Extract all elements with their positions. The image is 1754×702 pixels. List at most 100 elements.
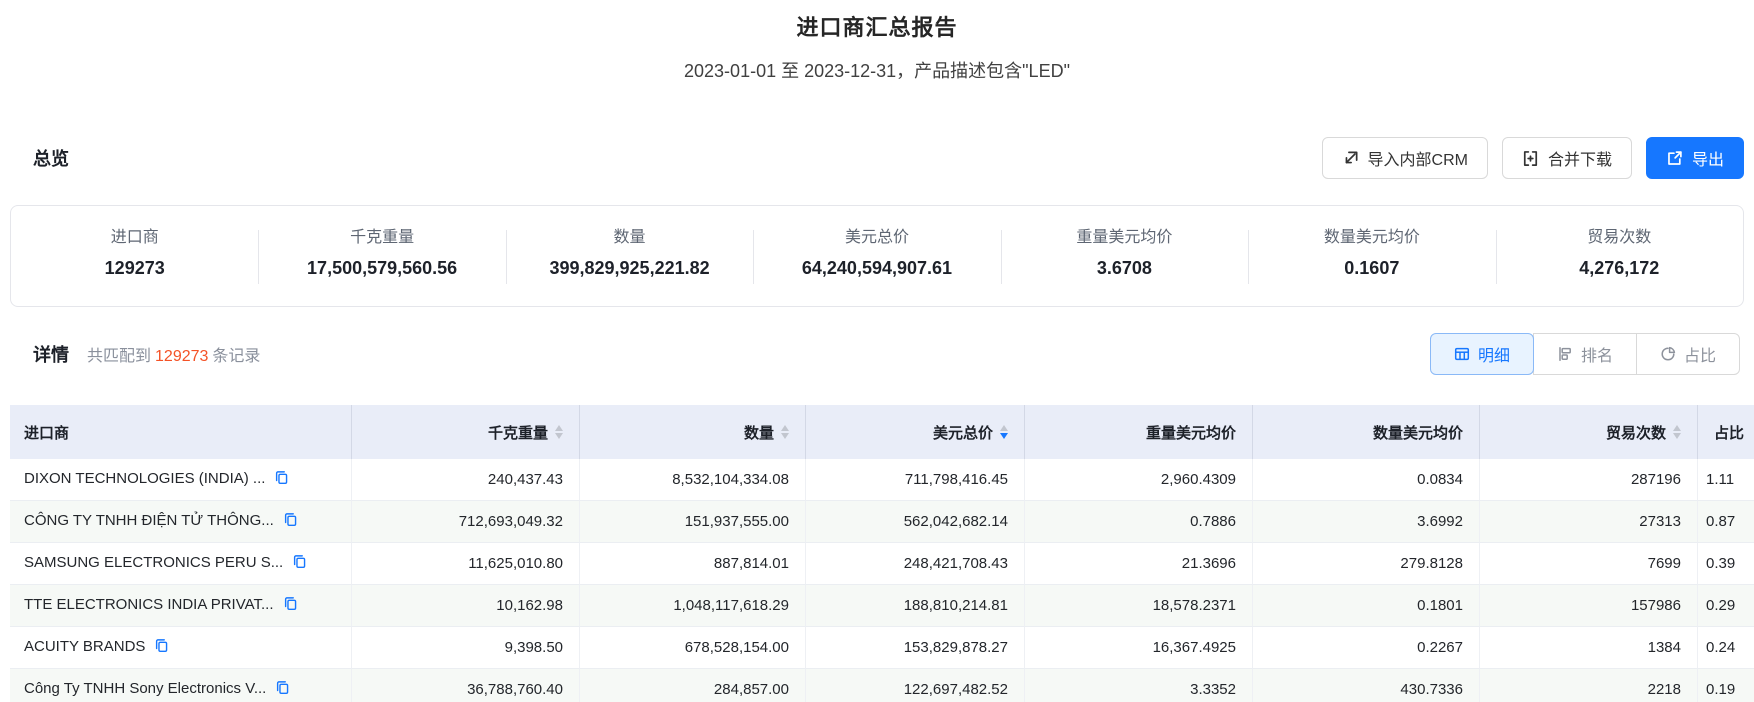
cell-usd_per_qty: 0.1801 xyxy=(1253,585,1480,627)
cell-importer: CÔNG TY TNHH ĐIỆN TỬ THÔNG... xyxy=(10,501,352,543)
copy-icon[interactable] xyxy=(283,512,298,531)
cell-usd_per_kg: 2,960.4309 xyxy=(1025,459,1253,501)
tab-ranking-label: 排名 xyxy=(1580,348,1613,365)
sort-icon xyxy=(1673,425,1681,439)
importers-table: 进口商 千克重量 数量 美元总价 重量美元均价 数量美元均价 贸易次数 占比 DIXON TE… xyxy=(10,405,1754,702)
page-subtitle: 2023-01-01 至 2023-12-31，产品描述包含"LED" xyxy=(684,61,1070,81)
cell-qty: 678,528,154.00 xyxy=(580,627,806,669)
cell-usd_per_kg: 0.7886 xyxy=(1025,501,1253,543)
stat-value: 129273 xyxy=(104,258,165,278)
import-crm-label: 导入内部CRM xyxy=(1367,152,1468,169)
table-row: Công Ty TNHH Sony Electronics V... 36,788… xyxy=(10,669,1754,702)
overview-section-title: 总览 xyxy=(33,149,69,169)
import-icon xyxy=(1342,150,1359,167)
cell-share: 1.11 xyxy=(1698,459,1754,501)
copy-icon[interactable] xyxy=(275,680,290,699)
column-header-usd[interactable]: 美元总价 xyxy=(806,405,1025,459)
table-body: DIXON TECHNOLOGIES (INDIA) ... 240,437.43… xyxy=(10,459,1754,702)
table-row: DIXON TECHNOLOGIES (INDIA) ... 240,437.43… xyxy=(10,459,1754,501)
details-section-title: 详情 xyxy=(33,345,69,365)
importer-name: Công Ty TNHH Sony Electronics V... xyxy=(24,680,267,697)
cell-qty: 8,532,104,334.08 xyxy=(580,459,806,501)
cell-importer: ACUITY BRANDS xyxy=(10,627,352,669)
stat-quantity: 数量 399,829,925,221.82 xyxy=(505,206,753,306)
cell-trades: 157986 xyxy=(1480,585,1698,627)
column-header-importer: 进口商 xyxy=(10,405,352,459)
column-header-trades[interactable]: 贸易次数 xyxy=(1480,405,1698,459)
copy-icon[interactable] xyxy=(274,470,289,489)
cell-qty: 1,048,117,618.29 xyxy=(580,585,806,627)
cell-usd: 711,798,416.45 xyxy=(806,459,1025,501)
copy-icon[interactable] xyxy=(283,596,298,615)
copy-icon[interactable] xyxy=(292,554,307,573)
column-header-kg[interactable]: 千克重量 xyxy=(352,405,580,459)
cell-share: 0.29 xyxy=(1698,585,1754,627)
overview-stats-card: 进口商 129273 千克重量 17,500,579,560.56 数量 399… xyxy=(10,205,1744,307)
cell-usd_per_kg: 16,367.4925 xyxy=(1025,627,1253,669)
column-label: 数量美元均价 xyxy=(1372,424,1463,442)
table-row: ACUITY BRANDS 9,398.50 678,528,154.00 153,8… xyxy=(10,627,1754,669)
cell-share: 0.39 xyxy=(1698,543,1754,585)
stat-label: 数量美元均价 xyxy=(1323,229,1420,246)
stat-value: 4,276,172 xyxy=(1579,258,1660,278)
tab-detail-label: 明细 xyxy=(1477,348,1510,365)
cell-trades: 2218 xyxy=(1480,669,1698,702)
cell-usd: 188,810,214.81 xyxy=(806,585,1025,627)
stat-usd-per-qty: 数量美元均价 0.1607 xyxy=(1248,206,1495,306)
copy-icon[interactable] xyxy=(154,638,169,657)
export-button[interactable]: 导出 xyxy=(1645,137,1744,179)
import-crm-button[interactable]: 导入内部CRM xyxy=(1321,137,1488,179)
table-row: TTE ELECTRONICS INDIA PRIVAT... 10,162.98… xyxy=(10,585,1754,627)
cell-kg: 712,693,049.32 xyxy=(352,501,580,543)
cell-qty: 151,937,555.00 xyxy=(580,501,806,543)
cell-importer: DIXON TECHNOLOGIES (INDIA) ... xyxy=(10,459,352,501)
stat-importers: 进口商 129273 xyxy=(11,206,258,306)
cell-trades: 1384 xyxy=(1480,627,1698,669)
table-icon xyxy=(1454,346,1470,362)
importer-name: TTE ELECTRONICS INDIA PRIVAT... xyxy=(24,596,274,613)
column-header-qty[interactable]: 数量 xyxy=(580,405,806,459)
column-header-usd_per_kg: 重量美元均价 xyxy=(1025,405,1253,459)
cell-trades: 287196 xyxy=(1480,459,1698,501)
cell-usd_per_kg: 18,578.2371 xyxy=(1025,585,1253,627)
cell-importer: Công Ty TNHH Sony Electronics V... xyxy=(10,669,352,702)
cell-share: 0.24 xyxy=(1698,627,1754,669)
overview-header-row: 总览 导入内部CRM 合并下载 导出 xyxy=(10,137,1744,179)
importer-name: SAMSUNG ELECTRONICS PERU S... xyxy=(24,554,284,571)
details-header-row: 详情 共匹配到 129273 条记录 明细 排名 占比 xyxy=(10,333,1744,375)
stat-label: 数量 xyxy=(613,229,646,246)
tab-ranking[interactable]: 排名 xyxy=(1532,333,1637,375)
stat-label: 千克重量 xyxy=(350,229,415,246)
export-icon xyxy=(1666,150,1683,167)
cell-importer: TTE ELECTRONICS INDIA PRIVAT... xyxy=(10,585,352,627)
pie-icon xyxy=(1660,346,1676,362)
cell-trades: 7699 xyxy=(1480,543,1698,585)
match-suffix: 条记录 xyxy=(212,348,261,365)
stat-value: 64,240,594,907.61 xyxy=(801,258,953,278)
merge-download-button[interactable]: 合并下载 xyxy=(1501,137,1632,179)
stat-kg-weight: 千克重量 17,500,579,560.56 xyxy=(258,206,505,306)
table-row: CÔNG TY TNHH ĐIỆN TỬ THÔNG... 712,693,049… xyxy=(10,501,1754,543)
stat-value: 399,829,925,221.82 xyxy=(549,258,710,278)
cell-qty: 284,857.00 xyxy=(580,669,806,702)
stat-usd-per-kg: 重量美元均价 3.6708 xyxy=(1000,206,1248,306)
stat-value: 3.6708 xyxy=(1096,258,1152,278)
cell-kg: 240,437.43 xyxy=(352,459,580,501)
tab-share-label: 占比 xyxy=(1683,348,1716,365)
stat-trade-count: 贸易次数 4,276,172 xyxy=(1495,206,1743,306)
cell-kg: 36,788,760.40 xyxy=(352,669,580,702)
stat-label: 重量美元均价 xyxy=(1076,229,1173,246)
cell-kg: 10,162.98 xyxy=(352,585,580,627)
cell-usd_per_qty: 279.8128 xyxy=(1253,543,1480,585)
match-prefix: 共匹配到 xyxy=(87,348,152,365)
merge-icon xyxy=(1522,150,1539,167)
cell-usd_per_kg: 3.3352 xyxy=(1025,669,1253,702)
importers-table-container: 进口商 千克重量 数量 美元总价 重量美元均价 数量美元均价 贸易次数 占比 DIXON TE… xyxy=(10,405,1754,702)
cell-usd: 248,421,708.43 xyxy=(806,543,1025,585)
stat-label: 贸易次数 xyxy=(1587,229,1652,246)
stat-label: 美元总价 xyxy=(844,229,909,246)
stat-label: 进口商 xyxy=(110,229,159,246)
cell-importer: SAMSUNG ELECTRONICS PERU S... xyxy=(10,543,352,585)
tab-detail[interactable]: 明细 xyxy=(1429,333,1534,375)
tab-share[interactable]: 占比 xyxy=(1635,333,1740,375)
